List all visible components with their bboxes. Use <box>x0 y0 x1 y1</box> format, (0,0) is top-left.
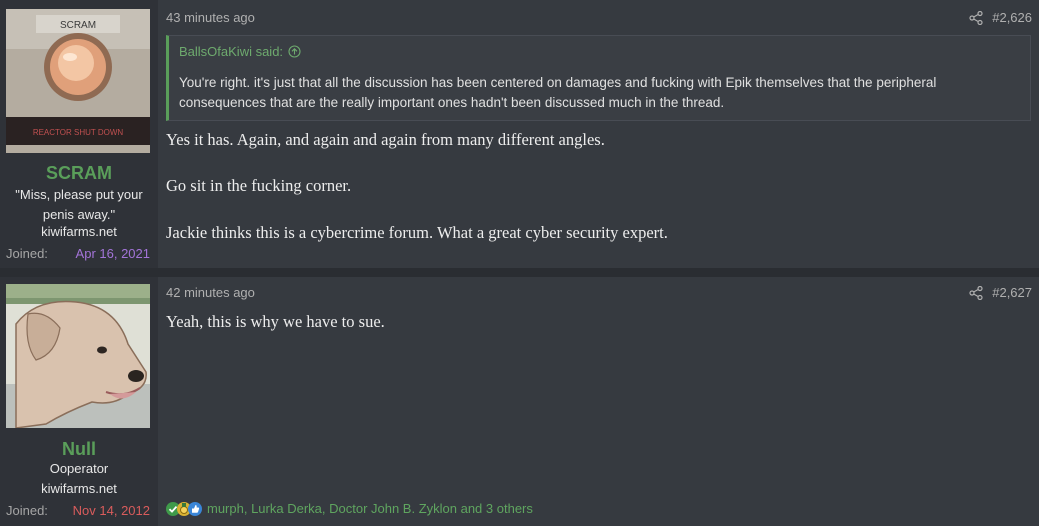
avatar-label-bottom: REACTOR SHUT DOWN <box>33 128 124 137</box>
joined-date: Apr 16, 2021 <box>75 246 150 261</box>
user-pane: SCRAM REACTOR SHUT DOWN SCRAM "Miss, ple… <box>0 0 158 268</box>
quote-author[interactable]: BallsOfaKiwi said: <box>179 44 283 59</box>
post-time[interactable]: 43 minutes ago <box>166 10 255 25</box>
quote-block: BallsOfaKiwi said: You're right. it's ju… <box>166 35 1031 121</box>
reaction-users[interactable]: murph, Lurka Derka, Doctor John B. Zyklo… <box>207 501 533 516</box>
quote-header[interactable]: BallsOfaKiwi said: <box>179 44 301 59</box>
joined-date: Nov 14, 2012 <box>72 503 150 518</box>
message-paragraph: Yeah, this is why we have to sue. <box>166 312 385 331</box>
post-meta-right: #2,626 <box>969 10 1032 25</box>
username[interactable]: SCRAM <box>0 163 158 184</box>
user-site: kiwifarms.net <box>41 224 117 239</box>
post-meta-right: #2,627 <box>969 285 1032 300</box>
user-title: Ooperator <box>49 461 109 476</box>
joined-label: Joined: <box>6 246 48 261</box>
share-icon[interactable] <box>969 10 983 25</box>
message-paragraph: Jackie thinks this is a cybercrime forum… <box>166 223 668 242</box>
thumbs-up-reaction-icon <box>188 501 202 516</box>
avatar[interactable] <box>6 284 150 428</box>
avatar-label-top: SCRAM <box>60 20 96 31</box>
joined-label: Joined: <box>6 503 48 518</box>
avatar[interactable]: SCRAM REACTOR SHUT DOWN <box>6 9 150 153</box>
post-2626: SCRAM REACTOR SHUT DOWN SCRAM "Miss, ple… <box>0 0 1039 268</box>
reactions-bar[interactable]: murph, Lurka Derka, Doctor John B. Zyklo… <box>166 501 533 516</box>
share-icon[interactable] <box>969 285 983 300</box>
user-pane: Null Ooperator kiwifarms.net Joined: Nov… <box>0 277 158 526</box>
arrow-up-circle-icon[interactable] <box>288 45 301 58</box>
quote-text: You're right. it's just that all the dis… <box>179 75 937 110</box>
message-paragraph: Go sit in the fucking corner. <box>166 176 352 195</box>
message-paragraph: Yes it has. Again, and again and again f… <box>166 130 605 149</box>
post-number[interactable]: #2,626 <box>992 10 1032 25</box>
post-separator <box>0 268 1039 277</box>
post-number[interactable]: #2,627 <box>992 285 1032 300</box>
post-2627: Null Ooperator kiwifarms.net Joined: Nov… <box>0 277 1039 526</box>
user-site: kiwifarms.net <box>41 481 117 496</box>
post-time[interactable]: 42 minutes ago <box>166 285 255 300</box>
user-title: "Miss, please put your penis away." <box>15 187 143 222</box>
username[interactable]: Null <box>0 439 158 460</box>
